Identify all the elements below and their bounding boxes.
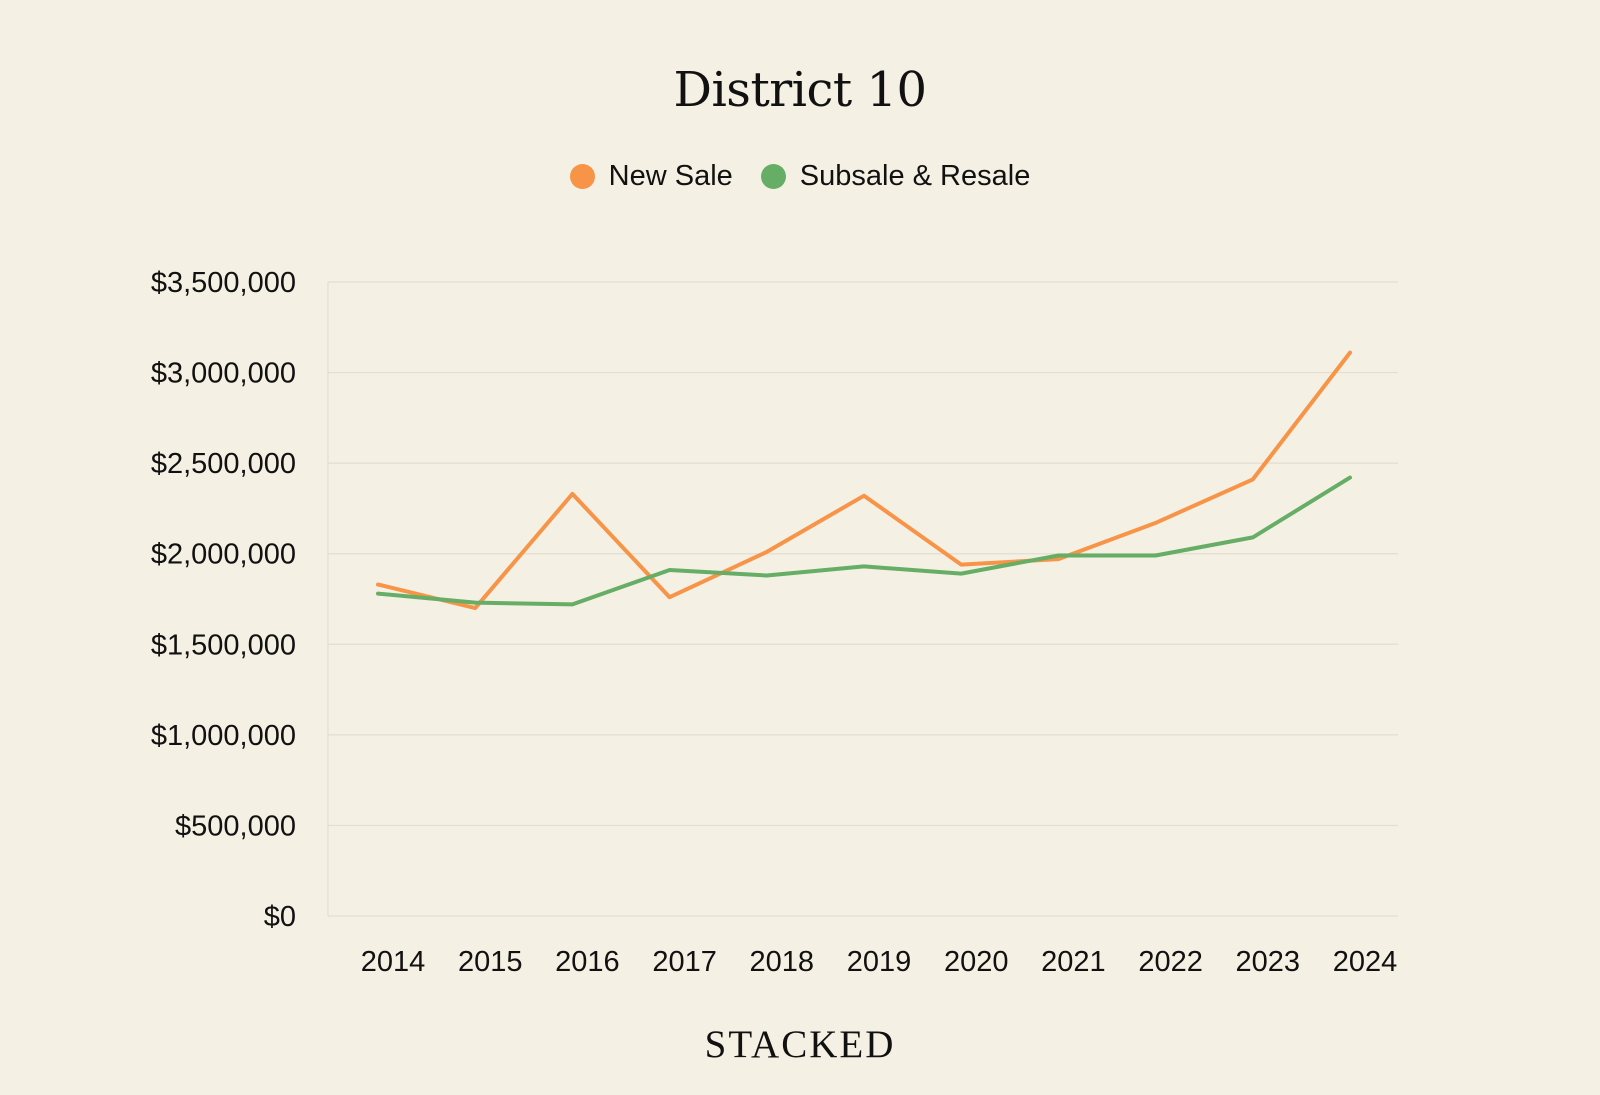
- x-tick-label: 2022: [1138, 946, 1203, 978]
- brand-logo-text: STACKED: [704, 1023, 896, 1066]
- y-tick-label: $2,000,000: [151, 539, 296, 571]
- y-tick-label: $500,000: [175, 810, 296, 842]
- series-line-new-sale: [376, 350, 1352, 611]
- y-tick-label: $3,500,000: [151, 267, 296, 299]
- x-tick-label: 2023: [1236, 946, 1301, 978]
- y-tick-label: $3,000,000: [151, 358, 296, 390]
- x-tick-label: 2015: [458, 946, 523, 978]
- y-tick-label: $1,500,000: [151, 629, 296, 661]
- x-tick-label: 2016: [555, 946, 620, 978]
- x-tick-label: 2020: [944, 946, 1009, 978]
- x-tick-label: 2018: [750, 946, 815, 978]
- y-tick-label: $1,000,000: [151, 720, 296, 752]
- y-tick-label: $0: [264, 901, 296, 933]
- x-tick-label: 2019: [847, 946, 912, 978]
- x-tick-label: 2014: [361, 946, 426, 978]
- x-tick-label: 2021: [1041, 946, 1106, 978]
- line-chart: $0 $500,000 $1,000,000 $1,500,000 $2,000,000…: [151, 267, 1398, 978]
- x-tick-label: 2024: [1333, 946, 1398, 978]
- x-tick-label: 2017: [652, 946, 717, 978]
- y-tick-label: $2,500,000: [151, 448, 296, 480]
